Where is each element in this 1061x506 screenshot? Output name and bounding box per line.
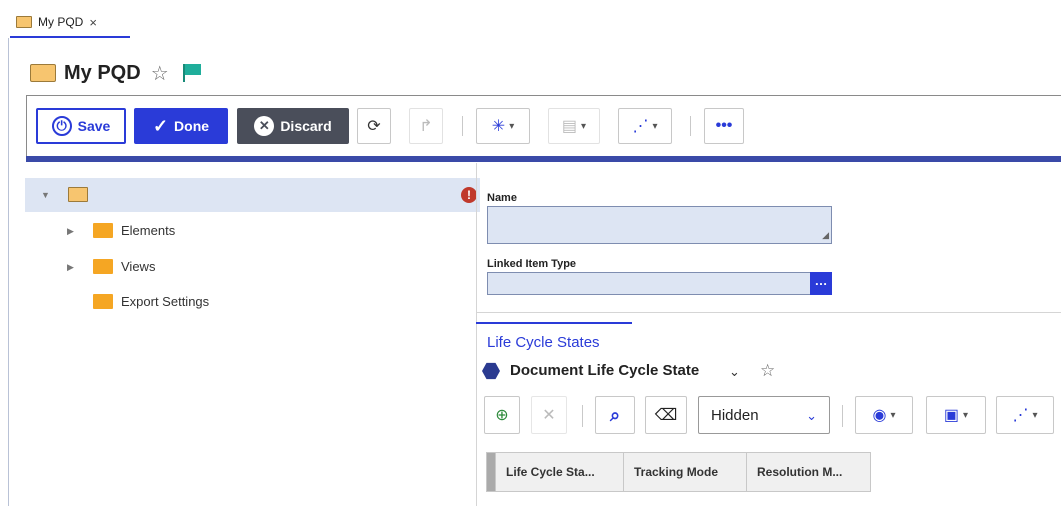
- chevron-down-icon: ▾: [652, 120, 658, 132]
- tab-my-pqd[interactable]: My PQD ×: [10, 8, 130, 38]
- chevron-down-icon: ▾: [963, 409, 969, 421]
- clear-search-button[interactable]: ⌫: [645, 396, 687, 434]
- tab-life-cycle-states[interactable]: Life Cycle States: [476, 322, 632, 352]
- share-icon: ⋰: [1012, 407, 1029, 424]
- column-header-resolution-mode[interactable]: Resolution M...: [746, 453, 870, 491]
- warning-icon: !: [461, 187, 477, 203]
- search-button[interactable]: ⌕: [595, 396, 635, 434]
- folder-icon: [93, 259, 113, 274]
- grid-row-gutter: [487, 453, 495, 491]
- tree-item-elements[interactable]: Elements: [121, 223, 175, 238]
- chevron-down-icon: ▾: [890, 409, 896, 421]
- save-label: Save: [77, 118, 111, 134]
- share-menu-button[interactable]: ⋰ ▾: [996, 396, 1054, 434]
- delete-row-icon: ✕: [542, 407, 556, 424]
- display-menu-button[interactable]: ▣ ▾: [926, 396, 986, 434]
- linked-item-type-picker-button[interactable]: …: [810, 272, 832, 295]
- refresh-button[interactable]: ⟳: [357, 108, 391, 144]
- more-button[interactable]: •••: [704, 108, 744, 144]
- share-icon: ⋰: [632, 118, 649, 135]
- close-icon[interactable]: ×: [89, 15, 97, 30]
- monitor-icon: ▣: [943, 407, 960, 424]
- chevron-down-icon: ▾: [581, 120, 587, 132]
- expand-triangle-icon[interactable]: ▶: [67, 226, 74, 237]
- report-menu-button[interactable]: ▤ ▾: [548, 108, 600, 144]
- folder-icon: [16, 16, 32, 28]
- column-header-tracking-mode[interactable]: Tracking Mode: [623, 453, 746, 491]
- grid-header: Life Cycle Sta... Tracking Mode Resoluti…: [486, 452, 871, 492]
- section-divider: [477, 312, 1061, 313]
- toolbar-separator: [462, 116, 463, 136]
- hexagon-icon: [482, 362, 500, 380]
- delete-row-button[interactable]: ✕: [531, 396, 567, 434]
- linked-item-type-label: Linked Item Type: [487, 258, 577, 270]
- share-menu-button[interactable]: ⋰ ▾: [618, 108, 672, 144]
- add-row-button[interactable]: ⊕: [484, 396, 520, 434]
- promote-arrow-icon: ↱: [419, 118, 433, 135]
- folder-icon: [93, 294, 113, 309]
- view-name[interactable]: Document Life Cycle State: [510, 362, 699, 379]
- tab-strip: My PQD ×: [0, 0, 1061, 38]
- tree-root-item[interactable]: ▼ !: [25, 178, 480, 212]
- toolbar-accent-bar: [26, 156, 1061, 162]
- expand-triangle-icon[interactable]: ▶: [67, 262, 74, 273]
- discard-x-icon: ✕: [254, 116, 275, 136]
- chevron-down-icon: ⌄: [806, 408, 817, 423]
- search-icon: ⌕: [609, 404, 621, 425]
- done-label: Done: [174, 118, 210, 134]
- favorite-star-icon[interactable]: ☆: [760, 361, 775, 381]
- discard-button[interactable]: ✕ Discard: [237, 108, 349, 144]
- add-row-icon: ⊕: [495, 407, 509, 424]
- backspace-icon: ⌫: [654, 407, 678, 424]
- page-title: My PQD: [64, 61, 141, 84]
- toolbar-separator: [690, 116, 691, 136]
- toolbar-separator: [582, 405, 583, 427]
- linked-item-type-field[interactable]: [487, 272, 811, 295]
- save-button[interactable]: ⏻ Save: [36, 108, 126, 144]
- structure-tree: ▼ ! ▶ Elements ▶ Views Export Settings: [9, 163, 480, 506]
- collapse-triangle-icon[interactable]: ▼: [41, 190, 50, 200]
- chevron-down-icon[interactable]: ⌄: [729, 364, 740, 380]
- name-field[interactable]: ◢: [487, 206, 832, 244]
- tree-item-export-settings[interactable]: Export Settings: [121, 294, 209, 309]
- resize-handle-icon[interactable]: ◢: [822, 230, 829, 241]
- done-button[interactable]: ✓ Done: [134, 108, 228, 144]
- tab-label: My PQD: [38, 15, 84, 29]
- toolbar-separator: [842, 405, 843, 427]
- structure-menu-button[interactable]: ✳ ▾: [476, 108, 530, 144]
- discard-label: Discard: [280, 118, 332, 134]
- name-label: Name: [487, 192, 517, 204]
- favorite-star-icon[interactable]: ☆: [151, 61, 169, 86]
- save-icon: ⏻: [51, 116, 72, 136]
- chevron-down-icon: ▾: [1032, 409, 1038, 421]
- clipboard-icon: ▤: [561, 118, 578, 135]
- folder-icon: [30, 64, 56, 82]
- target-icon: ◉: [872, 407, 887, 424]
- tree-item-views[interactable]: Views: [121, 259, 155, 274]
- visibility-select-value: Hidden: [711, 407, 759, 424]
- checkmark-icon: ✓: [152, 115, 169, 136]
- more-dots-icon: •••: [715, 117, 733, 134]
- promote-button[interactable]: ↱: [409, 108, 443, 144]
- column-header-life-cycle-state[interactable]: Life Cycle Sta...: [495, 453, 623, 491]
- page-header: My PQD ☆: [30, 58, 203, 88]
- network-icon: ✳: [491, 118, 506, 135]
- folder-icon: [93, 223, 113, 238]
- flag-icon[interactable]: [181, 63, 203, 83]
- tab-label: Life Cycle States: [487, 334, 600, 351]
- visibility-select[interactable]: Hidden ⌄: [698, 396, 830, 434]
- target-menu-button[interactable]: ◉ ▾: [855, 396, 913, 434]
- folder-icon: [68, 187, 88, 202]
- chevron-down-icon: ▾: [509, 120, 515, 132]
- refresh-icon: ⟳: [367, 118, 381, 135]
